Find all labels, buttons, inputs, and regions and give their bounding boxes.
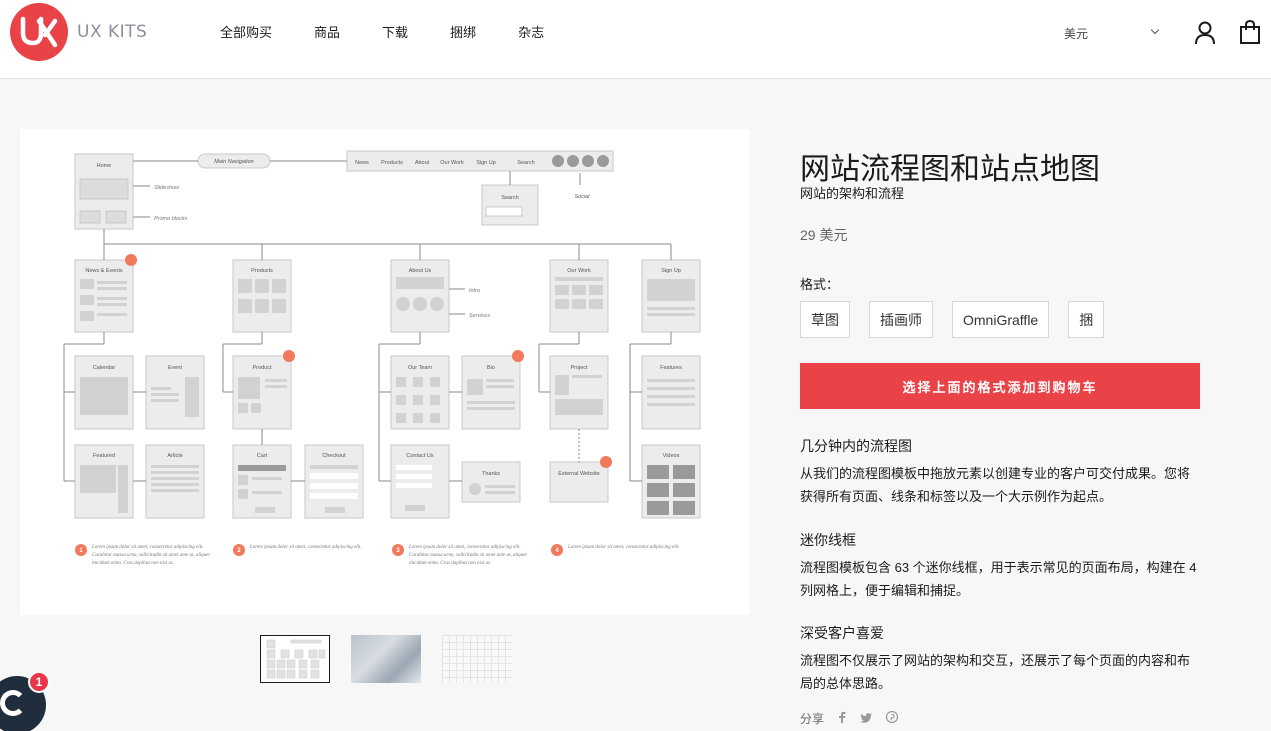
format-option-illustrator[interactable]: 插画师: [869, 301, 933, 338]
site-header: UX KITS 全部购买 商品 下载 捆绑 杂志 美元: [0, 0, 1271, 79]
wf-services-label: Services: [469, 313, 490, 319]
wf-our-work-label: Our Work: [567, 268, 591, 274]
nav-item-shop-all[interactable]: 全部购买: [220, 22, 272, 41]
feature-text: 流程图模板包含 63 个迷你线框，用于表示常见的页面布局，构建在 4 列网格上，…: [800, 560, 1197, 598]
wf-videos-label: Videos: [663, 453, 680, 459]
feature-title: 几分钟内的流程图: [800, 438, 912, 454]
chat-bubble-icon: [0, 690, 26, 716]
nav-item-magazine[interactable]: 杂志: [518, 22, 544, 41]
wf-nav-about: About: [415, 160, 430, 166]
product-title: 网站流程图和站点地图: [800, 153, 1100, 186]
account-icon[interactable]: [1194, 21, 1216, 50]
thumbnail-list: [260, 635, 533, 683]
main-nav: 全部购买 商品 下载 捆绑 杂志: [220, 22, 586, 41]
product-main-image[interactable]: Home Main Navigation News Products About…: [20, 129, 750, 615]
wf-thanks-label: Thanks: [482, 471, 500, 477]
wf-main-nav-label: Main Navigation: [214, 159, 253, 165]
logo[interactable]: UX KITS: [10, 3, 147, 61]
wf-sign-up-label: Sign Up: [661, 268, 681, 274]
cart-bag-icon[interactable]: [1239, 19, 1261, 50]
feature-block-2: 迷你线框 流程图模板包含 63 个迷你线框，用于表示常见的页面布局，构建在 4 …: [800, 530, 1200, 602]
product-price: 29 美元: [800, 227, 848, 243]
wf-note-4: Lorem ipsum dolor sit amet, consectetur …: [568, 545, 680, 550]
feature-text: 流程图不仅展示了网站的架构和交互，还展示了每个页面的内容和布局的总体思路。: [800, 653, 1191, 691]
nav-item-bundles[interactable]: 捆绑: [450, 22, 476, 41]
wf-promo-label: Promo blocks: [154, 216, 188, 222]
feature-block-3: 深受客户喜爱 流程图不仅展示了网站的架构和交互，还展示了每个页面的内容和布局的总…: [800, 623, 1200, 695]
wf-note-2: Lorem ipsum dolor sit amet, consectetur …: [250, 545, 362, 550]
wf-featured-label: Featured: [93, 453, 115, 459]
logo-text: UX KITS: [77, 22, 148, 42]
wf-nav-search: Search: [517, 160, 534, 166]
format-options: 草图 插画师 OmniGraffle 捆: [800, 301, 1123, 338]
wf-home-label: Home: [97, 163, 112, 169]
thumbnail-3[interactable]: [442, 635, 512, 683]
wf-intro-label: Intro: [469, 288, 480, 294]
thumbnail-1[interactable]: [260, 635, 330, 683]
nav-item-downloads[interactable]: 下载: [382, 22, 408, 41]
wf-about-us-label: About Us: [409, 268, 432, 274]
wf-nav-news: News: [355, 160, 369, 166]
wf-contact-us-label: Contact Us: [406, 453, 433, 459]
format-option-bundle[interactable]: 捆: [1068, 301, 1105, 338]
wf-our-team-label: Our Team: [408, 365, 432, 371]
share-row: 分享: [800, 710, 899, 727]
wf-external-website-label: External Website: [558, 471, 599, 477]
wf-event-label: Event: [168, 365, 183, 371]
wf-nav-sign-up: Sign Up: [476, 160, 496, 166]
wf-nav-our-work: Our Work: [440, 160, 464, 166]
feature-title: 迷你线框: [800, 532, 856, 548]
chat-notification-badge: 1: [28, 671, 50, 693]
pinterest-icon[interactable]: [885, 710, 899, 726]
product-subtitle: 网站的架构和流程: [800, 186, 905, 201]
wf-checkout-label: Checkout: [322, 453, 346, 459]
wf-article-label: Article: [167, 453, 182, 459]
sitemap-illustration: Home Main Navigation News Products About…: [63, 150, 701, 566]
wf-calendar-label: Calendar: [93, 365, 115, 371]
wf-social-label: Social: [575, 194, 591, 200]
wf-products-label: Products: [251, 268, 273, 274]
wf-nav-products: Products: [381, 160, 403, 166]
ux-logo-icon: [10, 3, 68, 61]
currency-select[interactable]: 美元: [1064, 25, 1164, 42]
wf-bio-label: Bio: [487, 365, 495, 371]
twitter-icon[interactable]: [860, 712, 873, 726]
feature-block-1: 几分钟内的流程图 从我们的流程图模板中拖放元素以创建专业的客户可交付成果。您将获…: [800, 436, 1200, 508]
chevron-down-icon: [1150, 25, 1160, 35]
wf-features-label: Features: [660, 365, 682, 371]
wf-slideshow-label: Slideshow: [154, 185, 180, 191]
wf-note-3: Lorem ipsum dolor sit amet, consectetur …: [409, 545, 527, 566]
feature-text: 从我们的流程图模板中拖放元素以创建专业的客户可交付成果。您将获得所有页面、线条和…: [800, 466, 1191, 504]
format-option-sketch[interactable]: 草图: [800, 301, 850, 338]
wf-search-label: Search: [501, 195, 518, 201]
wf-note-1: Lorem ipsum dolor sit amet, consectetur …: [92, 545, 210, 566]
add-to-cart-button[interactable]: 选择上面的格式添加到购物车: [800, 363, 1200, 409]
format-option-omnigraffle[interactable]: OmniGraffle: [952, 301, 1050, 338]
format-label: 格式：: [800, 277, 840, 292]
thumbnail-2[interactable]: [351, 635, 421, 683]
wf-project-label: Project: [570, 365, 588, 371]
feature-title: 深受客户喜爱: [800, 625, 884, 641]
wf-product-label: Product: [253, 365, 272, 371]
wf-cart-label: Cart: [257, 453, 268, 459]
nav-item-products[interactable]: 商品: [314, 22, 340, 41]
facebook-icon[interactable]: [838, 711, 846, 726]
share-label: 分享: [800, 712, 825, 726]
currency-value: 美元: [1064, 27, 1089, 41]
wf-news-events-label: News & Events: [85, 268, 123, 274]
